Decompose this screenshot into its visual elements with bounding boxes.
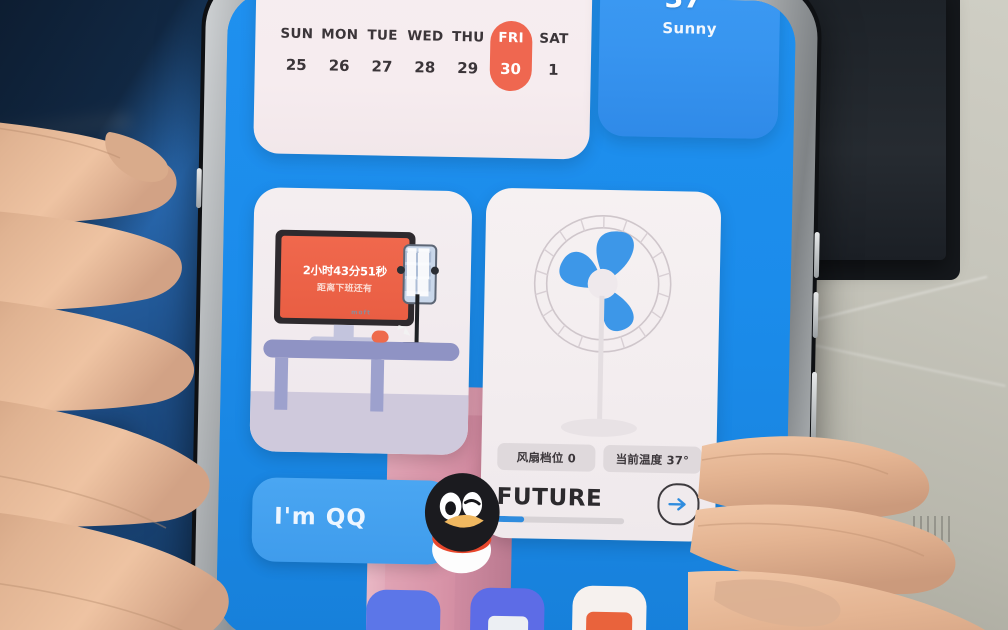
calendar-dow-label: MON [321,26,359,44]
volume-down-button[interactable] [812,291,819,338]
calendar-dow-label: WED [407,28,444,45]
tripod-grip-left [396,265,405,275]
calendar-day-mon[interactable]: MON 26 [318,26,362,75]
mouse-cursor-icon [397,325,406,332]
calendar-day-tue[interactable]: TUE 27 [360,27,404,76]
app-icon-2[interactable] [469,587,545,630]
calendar-dow-label: SAT [539,30,569,48]
calendar-day-number: 30 [499,59,522,79]
current-temperature-chip[interactable]: 当前温度 37° [603,444,702,474]
calendar-day-number: 26 [328,56,350,75]
weather-widget[interactable]: 37° Sunny [597,0,782,140]
calendar-dow-label: TUE [367,27,398,44]
calendar-day-number: 1 [547,60,559,79]
fan-widget[interactable]: 风扇档位 0 当前温度 37° FUTURE [479,187,722,543]
tripod-stem [414,294,420,347]
weather-temperature: 37° [600,0,781,16]
tripod-grip-right [430,266,439,275]
calendar-week-grid: SUN 25 MON 26 TUE 27 WED 28 THU 29 FRI 3… [275,20,576,92]
left-hand [0,122,229,630]
desk-ball [371,330,389,343]
app-icon-2-glyph [487,615,529,630]
calendar-dow-label: THU [451,28,485,46]
qq-penguin-icon[interactable] [409,466,515,578]
tripod-phone-screen [404,248,432,297]
calendar-day-number: 27 [371,57,393,76]
app-icon-1[interactable] [365,589,441,630]
desk-leg-right [370,359,385,412]
background-edge-line [792,275,988,327]
calendar-day-thu[interactable]: THU 29 [446,29,490,78]
volume-up-button[interactable] [813,231,820,278]
weather-condition: Sunny [662,18,718,38]
calendar-day-wed[interactable]: WED 28 [403,28,447,77]
fan-pole [596,295,605,426]
arrow-right-glyph [668,498,686,511]
right-hand [688,436,985,630]
calendar-day-sat[interactable]: SAT 1 [532,30,576,79]
app-icon-3[interactable] [571,585,647,630]
calendar-day-number: 29 [457,59,479,78]
desk-top [263,339,460,362]
fan-progress-bar[interactable] [496,515,625,525]
calendar-day-number: 28 [414,58,436,77]
fan-illustration-icon [533,215,672,437]
calendar-widget[interactable]: 14:57 Friday 06/30 SUN 25 MON 26 TUE 27 [253,0,594,160]
calendar-dow-label: FRI [498,29,525,47]
countdown-caption-text: 距离下班还有 [316,283,373,295]
app-icon-3-glyph [585,611,633,630]
calendar-day-fri-selected[interactable]: FRI 30 [489,20,533,92]
photo-scene: 14:57 Friday 06/30 SUN 25 MON 26 TUE 27 [0,0,1008,630]
countdown-time-text: 2小时43分51秒 [302,263,388,279]
fan-base [560,418,637,437]
